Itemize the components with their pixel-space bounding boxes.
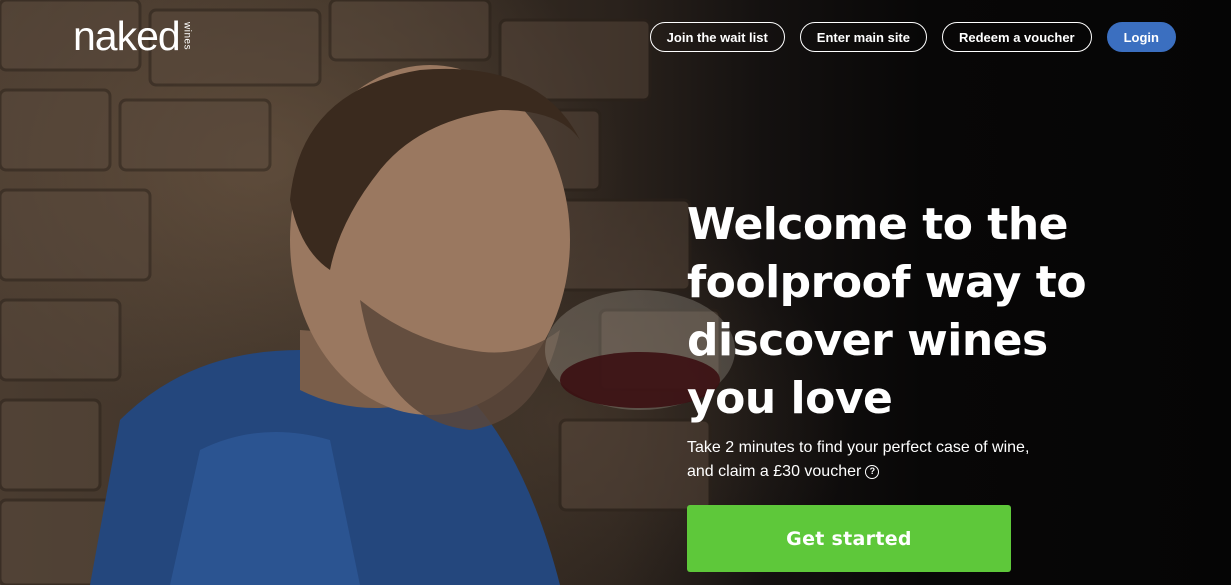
join-wait-list-button[interactable]: Join the wait list — [649, 22, 785, 52]
subtext-line-1: Take 2 minutes to find your perfect case… — [687, 439, 1030, 456]
logo-wordmark: naked — [73, 13, 181, 59]
headline-line-3: discover wines — [687, 315, 1048, 366]
hero-content: Welcome to the foolproof way to discover… — [687, 196, 1107, 484]
enter-main-site-button[interactable]: Enter main site — [799, 22, 927, 52]
headline-line-4: you love — [687, 373, 893, 424]
headline-line-1: Welcome to the — [687, 199, 1069, 250]
naked-wines-logo[interactable]: naked wines — [73, 13, 193, 59]
header-nav: Join the wait list Enter main site Redee… — [649, 22, 1176, 52]
hero-headline: Welcome to the foolproof way to discover… — [687, 196, 1107, 428]
logo-subtext: wines — [181, 22, 193, 51]
subtext-line-2: and claim a £30 voucher — [687, 463, 862, 480]
help-circle-icon[interactable]: ? — [865, 464, 880, 479]
landing-page: naked wines Join the wait list Enter mai… — [0, 0, 1231, 585]
man-tasting-wine-image — [90, 65, 735, 585]
hero-subtext: Take 2 minutes to find your perfect case… — [687, 436, 1107, 484]
headline-line-2: foolproof way to — [687, 257, 1087, 308]
login-button[interactable]: Login — [1106, 22, 1176, 52]
redeem-voucher-button[interactable]: Redeem a voucher — [942, 22, 1092, 52]
get-started-button[interactable]: Get started — [687, 505, 1011, 572]
